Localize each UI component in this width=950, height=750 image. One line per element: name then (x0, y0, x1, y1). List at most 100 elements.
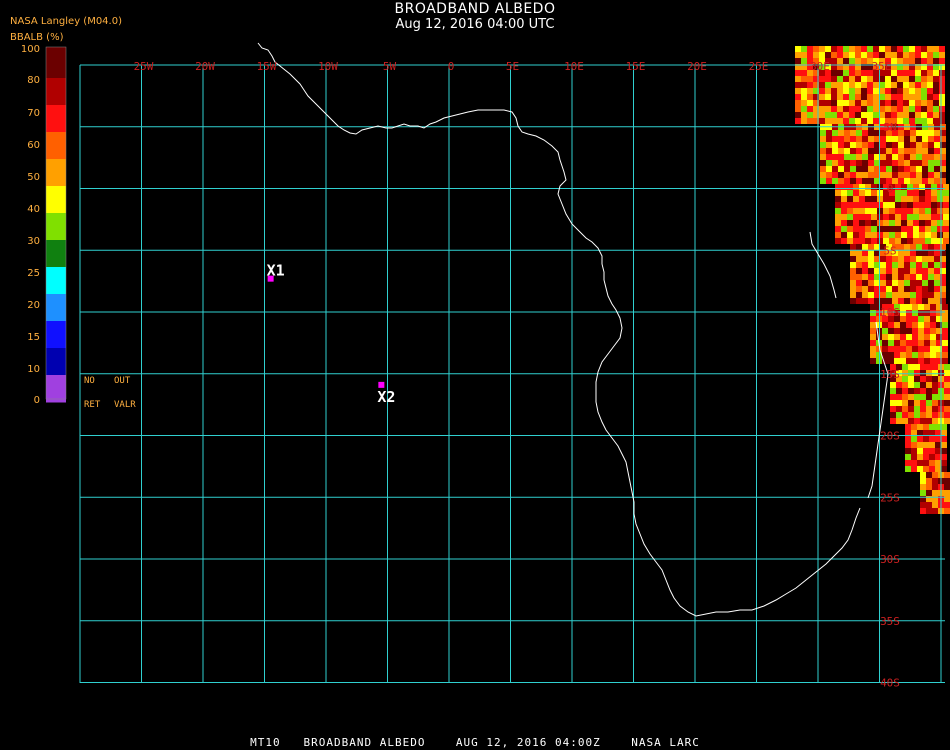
albedo-cell (933, 94, 939, 100)
albedo-cell (904, 178, 910, 184)
albedo-cell (873, 112, 879, 118)
albedo-cell (928, 292, 934, 298)
albedo-cell (856, 166, 862, 172)
albedo-cell (919, 232, 925, 238)
color-scale-swatch (46, 159, 66, 187)
albedo-cell (926, 406, 932, 412)
albedo-cell (826, 148, 832, 154)
albedo-cell (929, 436, 935, 442)
albedo-cell (862, 256, 868, 262)
albedo-cell (920, 472, 926, 478)
albedo-cell (801, 88, 807, 94)
albedo-cell (862, 298, 868, 304)
albedo-cell (913, 214, 919, 220)
albedo-cell (885, 106, 891, 112)
latitude-label: 30S (880, 553, 900, 566)
albedo-cell (820, 142, 826, 148)
albedo-cell (935, 454, 941, 460)
albedo-cell (937, 226, 943, 232)
albedo-cell (901, 238, 907, 244)
albedo-cell (847, 214, 853, 220)
albedo-cell (925, 184, 931, 190)
albedo-cell (895, 226, 901, 232)
ret-label: RET (84, 400, 101, 410)
albedo-cell (931, 226, 937, 232)
albedo-cell (850, 286, 856, 292)
albedo-cell (895, 208, 901, 214)
albedo-cell (880, 154, 886, 160)
albedo-cell (908, 394, 914, 400)
albedo-cell (843, 112, 849, 118)
albedo-cell (902, 382, 908, 388)
albedo-cell (861, 88, 867, 94)
albedo-cell (921, 82, 927, 88)
albedo-cell (856, 298, 862, 304)
albedo-cell (856, 130, 862, 136)
albedo-cell (930, 316, 936, 322)
albedo-cell (906, 322, 912, 328)
albedo-cell (831, 88, 837, 94)
albedo-cell (919, 196, 925, 202)
albedo-cell (905, 448, 911, 454)
albedo-cell (898, 268, 904, 274)
albedo-cell (920, 406, 926, 412)
albedo-cell (920, 382, 926, 388)
albedo-cell (925, 190, 931, 196)
albedo-cell (835, 238, 841, 244)
albedo-cell (898, 244, 904, 250)
albedo-cell (909, 118, 915, 124)
albedo-cell (897, 70, 903, 76)
albedo-cell (910, 262, 916, 268)
albedo-cell (849, 70, 855, 76)
albedo-cell (922, 298, 928, 304)
albedo-cell (916, 292, 922, 298)
albedo-cell (853, 220, 859, 226)
albedo-cell (935, 460, 941, 466)
color-scale-label: 100 (21, 44, 40, 55)
albedo-cell (820, 130, 826, 136)
albedo-cell (915, 112, 921, 118)
albedo-cell (882, 334, 888, 340)
albedo-cell (909, 58, 915, 64)
albedo-cell (902, 376, 908, 382)
latitude-label: 40S (880, 677, 900, 690)
albedo-cell (904, 274, 910, 280)
albedo-cell (900, 352, 906, 358)
albedo-cell (886, 148, 892, 154)
longitude-label: 5E (506, 60, 519, 73)
albedo-cell (937, 214, 943, 220)
albedo-cell (865, 214, 871, 220)
albedo-cell (944, 376, 950, 382)
footer-caption: MT10 BROADBAND ALBEDO AUG 12, 2016 04:00… (250, 736, 700, 749)
albedo-cell (921, 112, 927, 118)
albedo-cell (880, 148, 886, 154)
albedo-cell (932, 382, 938, 388)
albedo-cell (943, 196, 949, 202)
albedo-cell (934, 244, 940, 250)
albedo-cell (807, 52, 813, 58)
albedo-cell (886, 286, 892, 292)
albedo-cell (896, 388, 902, 394)
albedo-cell (934, 286, 940, 292)
albedo-cell (882, 340, 888, 346)
albedo-cell (886, 136, 892, 142)
albedo-cell (923, 460, 929, 466)
albedo-cell (897, 106, 903, 112)
albedo-cell (853, 214, 859, 220)
albedo-cell (885, 76, 891, 82)
albedo-cell (939, 46, 945, 52)
albedo-cell (894, 352, 900, 358)
albedo-cell (847, 202, 853, 208)
albedo-cell (868, 268, 874, 274)
albedo-cell (868, 262, 874, 268)
albedo-cell (885, 112, 891, 118)
albedo-cell (918, 358, 924, 364)
albedo-cell (843, 82, 849, 88)
albedo-cell (930, 304, 936, 310)
albedo-cell (913, 196, 919, 202)
albedo-cell (914, 406, 920, 412)
albedo-cell (909, 52, 915, 58)
albedo-cell (891, 52, 897, 58)
albedo-cell (891, 46, 897, 52)
albedo-cell (904, 166, 910, 172)
